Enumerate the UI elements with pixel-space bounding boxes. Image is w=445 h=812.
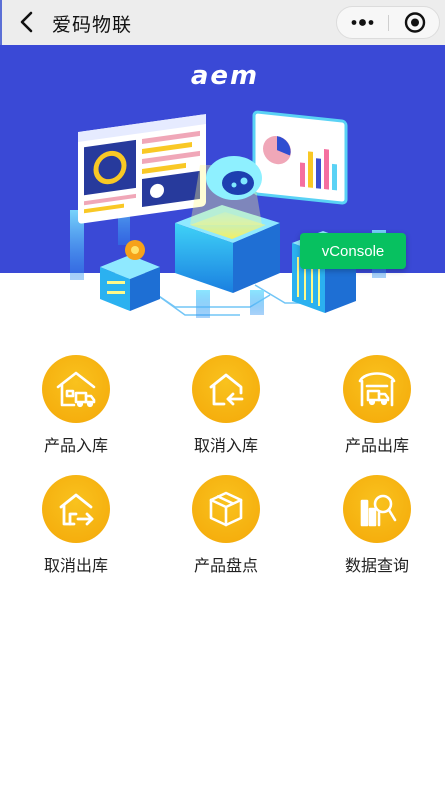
menu-item-inventory-check[interactable]: 产品盘点 <box>166 475 286 585</box>
data-search-icon <box>360 494 397 527</box>
menu-item-product-outbound[interactable]: 产品出库 <box>317 355 437 465</box>
inventory-box-icon <box>209 491 243 527</box>
menu-item-label: 产品盘点 <box>193 556 258 575</box>
chevron-left-icon <box>20 11 33 33</box>
cancel-out-icon <box>59 493 94 526</box>
menu-icon-circle <box>343 355 411 423</box>
close-button[interactable] <box>389 7 440 38</box>
menu-item-label: 产品入库 <box>43 436 108 455</box>
menu-icon-circle <box>42 355 110 423</box>
menu-item-label: 取消入库 <box>193 436 258 455</box>
more-dots-icon <box>351 19 374 26</box>
aem-logo: aem <box>190 61 260 91</box>
page-title: 爱码物联 <box>52 14 133 36</box>
navigation-bar: 爱码物联 <box>0 0 445 45</box>
warehouse-in-icon <box>56 371 96 408</box>
cancel-in-icon <box>209 373 244 406</box>
hero-banner: aem vConsole <box>0 45 445 340</box>
vconsole-button[interactable]: vConsole <box>300 233 406 269</box>
menu-icon-circle <box>192 475 260 543</box>
menu-item-cancel-inbound[interactable]: 取消入库 <box>166 355 286 465</box>
menu-item-label: 取消出库 <box>43 556 108 575</box>
menu-icon-circle <box>42 475 110 543</box>
menu-item-data-query[interactable]: 数据查询 <box>317 475 437 585</box>
menu-item-label: 产品出库 <box>344 436 409 455</box>
target-close-icon <box>404 12 426 33</box>
back-button[interactable] <box>16 9 40 35</box>
more-button[interactable] <box>337 7 388 38</box>
menu-icon-circle <box>343 475 411 543</box>
menu-icon-circle <box>192 355 260 423</box>
menu-item-cancel-outbound[interactable]: 取消出库 <box>16 475 136 585</box>
warehouse-out-icon <box>358 372 396 407</box>
menu-item-label: 数据查询 <box>344 556 409 575</box>
mini-program-capsule <box>336 6 440 39</box>
menu-item-product-inbound[interactable]: 产品入库 <box>16 355 136 465</box>
